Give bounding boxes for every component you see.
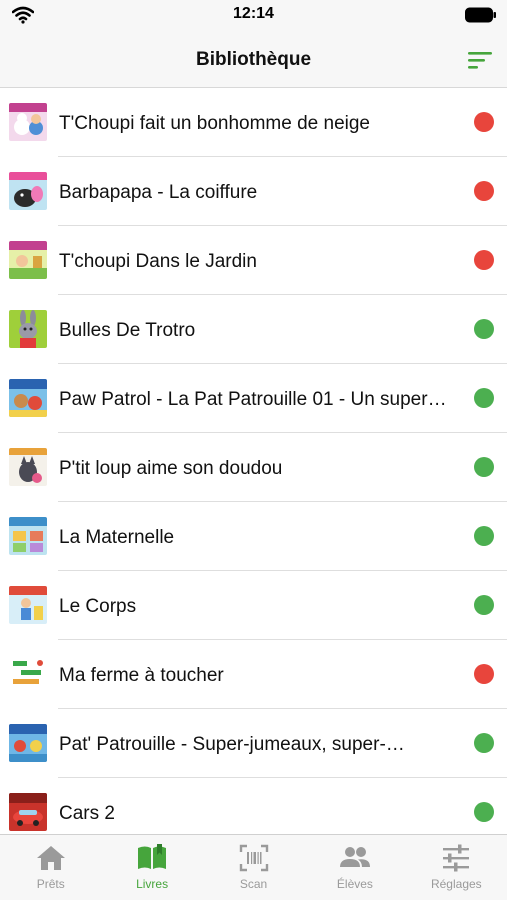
maternelle-cover-icon xyxy=(9,517,47,555)
available-status-dot xyxy=(474,526,494,546)
tab-label: Prêts xyxy=(36,877,65,891)
scan-icon xyxy=(239,844,268,872)
tab-eleves[interactable]: Élèves xyxy=(304,835,405,900)
book-icon xyxy=(138,844,167,869)
book-row[interactable]: Bulles De Trotro xyxy=(0,295,507,364)
available-status-dot xyxy=(474,457,494,477)
book-title: Ma ferme à toucher xyxy=(59,665,224,686)
unavailable-status-dot xyxy=(474,250,494,270)
available-status-dot xyxy=(474,595,494,615)
book-title: Barbapapa - La coiffure xyxy=(59,182,258,203)
book-title: Le Corps xyxy=(59,596,137,617)
tab-scan[interactable]: Scan xyxy=(203,835,304,900)
tab-bar: Prêts Livres Scan Élèves Réglages xyxy=(0,834,507,900)
barbapapa-cover-icon xyxy=(9,172,47,210)
available-status-dot xyxy=(474,733,494,753)
status-time: 12:14 xyxy=(233,5,274,22)
cars-cover-icon xyxy=(9,793,47,831)
people-icon xyxy=(339,847,370,867)
tab-reglages[interactable]: Réglages xyxy=(406,835,507,900)
book-title: La Maternelle xyxy=(59,527,175,548)
book-row[interactable]: Barbapapa - La coiffure xyxy=(0,157,507,226)
book-row[interactable]: Paw Patrol - La Pat Patrouille 01 - Un s… xyxy=(0,364,507,433)
available-status-dot xyxy=(474,388,494,408)
tab-label: Scan xyxy=(239,877,268,891)
tab-livres[interactable]: Livres xyxy=(101,835,202,900)
book-title: Cars 2 xyxy=(59,803,115,824)
book-title: Pat' Patrouille - Super-jumeaux, super-… xyxy=(59,734,405,755)
sliders-icon xyxy=(443,844,470,872)
book-title: T'choupi Dans le Jardin xyxy=(59,251,257,272)
tchoupi-snowman-cover-icon xyxy=(9,103,47,141)
page-title: Bibliothèque xyxy=(195,49,312,70)
book-row[interactable]: P'tit loup aime son doudou xyxy=(0,433,507,502)
book-row[interactable]: Pat' Patrouille - Super-jumeaux, super-… xyxy=(0,709,507,778)
corps-cover-icon xyxy=(9,586,47,624)
home-icon xyxy=(36,846,65,870)
battery-icon xyxy=(465,7,496,23)
filter-sort-icon[interactable] xyxy=(465,49,495,71)
book-title: P'tit loup aime son doudou xyxy=(59,458,283,479)
trotro-cover-icon xyxy=(9,310,47,348)
available-status-dot xyxy=(474,802,494,822)
tab-prets[interactable]: Prêts xyxy=(0,835,101,900)
status-bar: 12:14 xyxy=(0,0,507,30)
navigation-bar: Bibliothèque xyxy=(0,30,507,88)
available-status-dot xyxy=(474,319,494,339)
paw-patrol-cover-icon xyxy=(9,379,47,417)
book-row[interactable]: Ma ferme à toucher xyxy=(0,640,507,709)
book-title: T'Choupi fait un bonhomme de neige xyxy=(59,113,370,134)
book-title: Bulles De Trotro xyxy=(59,320,196,341)
tab-label: Élèves xyxy=(336,877,373,891)
ferme-cover-icon xyxy=(9,655,47,693)
book-row[interactable]: T'Choupi fait un bonhomme de neige xyxy=(0,88,507,157)
unavailable-status-dot xyxy=(474,664,494,684)
unavailable-status-dot xyxy=(474,181,494,201)
book-title: Paw Patrol - La Pat Patrouille 01 - Un s… xyxy=(59,389,447,410)
tab-label: Livres xyxy=(136,877,169,891)
pat-patrouille-cover-icon xyxy=(9,724,47,762)
tab-label: Réglages xyxy=(430,877,482,891)
book-list[interactable]: T'Choupi fait un bonhomme de neige Barba… xyxy=(0,88,507,834)
book-row[interactable]: Cars 2 xyxy=(0,778,507,834)
tchoupi-garden-cover-icon xyxy=(9,241,47,279)
unavailable-status-dot xyxy=(474,112,494,132)
book-row[interactable]: Le Corps xyxy=(0,571,507,640)
book-row[interactable]: T'choupi Dans le Jardin xyxy=(0,226,507,295)
book-row[interactable]: La Maternelle xyxy=(0,502,507,571)
ptit-loup-cover-icon xyxy=(9,448,47,486)
